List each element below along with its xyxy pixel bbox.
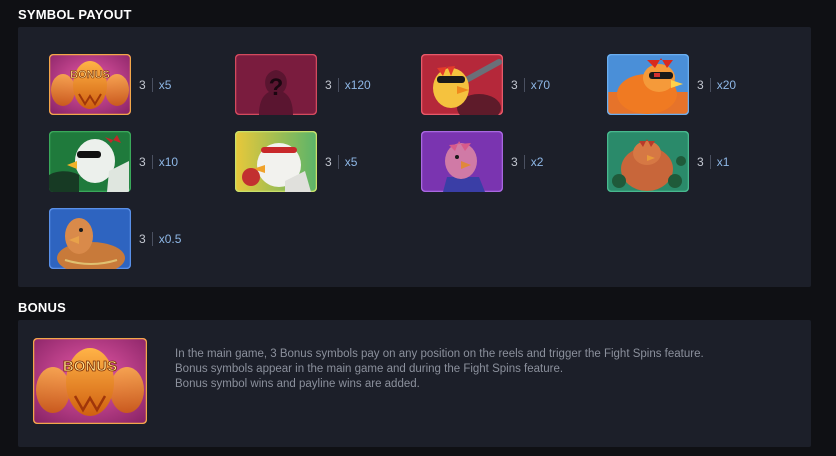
- payout-mystery: 3 x120: [325, 78, 371, 92]
- payout-rooster-bat: 3 x70: [511, 78, 550, 92]
- symbol-row-bonus: BONUS 3 x5: [49, 54, 235, 131]
- symbol-multiplier: x70: [530, 78, 551, 92]
- symbol-multiplier: x5: [344, 155, 358, 169]
- mystery-label: ?: [269, 74, 284, 101]
- symbol-count: 3: [139, 232, 146, 246]
- bonus-description-line: In the main game, 3 Bonus symbols pay on…: [175, 348, 704, 360]
- mystery-symbol-icon: ?: [235, 54, 317, 115]
- symbol-grid: BONUS 3 x5 ? 3 x120 3 x70 3 x20 3 x10 3 …: [49, 54, 793, 285]
- symbol-multiplier: x0.5: [158, 232, 182, 246]
- divider: [337, 78, 339, 92]
- bonus-description-line: Bonus symbols appear in the main game an…: [175, 363, 564, 375]
- symbol-row-rooster-bat: 3 x70: [421, 54, 607, 131]
- symbol-row-rooster-goggles: 3 x20: [607, 54, 793, 131]
- symbol-count: 3: [511, 155, 518, 169]
- rooster-sunglasses-icon: [49, 131, 131, 192]
- rooster-purple-icon: [421, 131, 503, 192]
- divider: [151, 155, 153, 169]
- symbol-row-rooster-sunglasses: 3 x10: [49, 131, 235, 208]
- divider: [523, 78, 525, 92]
- symbol-count: 3: [511, 78, 518, 92]
- symbol-multiplier: x10: [158, 155, 179, 169]
- rooster-muscle-icon: [49, 208, 131, 269]
- symbol-count: 3: [139, 78, 146, 92]
- payout-rooster-fat: 3 x1: [697, 155, 729, 169]
- symbol-count: 3: [139, 155, 146, 169]
- bonus-label: BONUS: [63, 358, 117, 375]
- divider: [709, 155, 711, 169]
- symbol-count: 3: [325, 155, 332, 169]
- section-title-symbol-payout: SYMBOL PAYOUT: [18, 7, 132, 22]
- symbol-multiplier: x2: [530, 155, 544, 169]
- symbol-multiplier: x20: [716, 78, 737, 92]
- payout-rooster-muscle: 3 x0.5: [139, 232, 181, 246]
- rooster-with-bat-icon: [421, 54, 503, 115]
- payout-rooster-boxer: 3 x5: [325, 155, 357, 169]
- bonus-description-line: Bonus symbol wins and payline wins are a…: [175, 378, 420, 390]
- symbol-multiplier: x5: [158, 78, 172, 92]
- payout-rooster-sunglasses: 3 x10: [139, 155, 178, 169]
- symbol-count: 3: [697, 155, 704, 169]
- rooster-boxer-icon: [235, 131, 317, 192]
- bonus-label: BONUS: [70, 69, 110, 81]
- symbol-count: 3: [697, 78, 704, 92]
- symbol-payout-panel: BONUS 3 x5 ? 3 x120 3 x70 3 x20 3 x10 3 …: [18, 27, 811, 287]
- symbol-row-rooster-fat: 3 x1: [607, 131, 793, 208]
- symbol-row-rooster-muscle: 3 x0.5: [49, 208, 235, 285]
- bonus-description: In the main game, 3 Bonus symbols pay on…: [175, 347, 704, 392]
- symbol-count: 3: [325, 78, 332, 92]
- section-title-bonus: BONUS: [18, 300, 66, 315]
- bonus-egg-icon: BONUS: [33, 338, 147, 424]
- rooster-goggles-icon: [607, 54, 689, 115]
- rooster-fat-icon: [607, 131, 689, 192]
- divider: [151, 78, 153, 92]
- payout-rooster-goggles: 3 x20: [697, 78, 736, 92]
- symbol-multiplier: x120: [344, 78, 371, 92]
- bonus-egg-icon: BONUS: [49, 54, 131, 115]
- bonus-panel: BONUS In the main game, 3 Bonus symbols …: [18, 320, 811, 447]
- symbol-row-rooster-purple: 3 x2: [421, 131, 607, 208]
- symbol-multiplier: x1: [716, 155, 730, 169]
- divider: [337, 155, 339, 169]
- divider: [709, 78, 711, 92]
- divider: [523, 155, 525, 169]
- symbol-row-mystery: ? 3 x120: [235, 54, 421, 131]
- payout-rooster-purple: 3 x2: [511, 155, 543, 169]
- divider: [151, 232, 153, 246]
- symbol-row-rooster-boxer: 3 x5: [235, 131, 421, 208]
- payout-bonus: 3 x5: [139, 78, 171, 92]
